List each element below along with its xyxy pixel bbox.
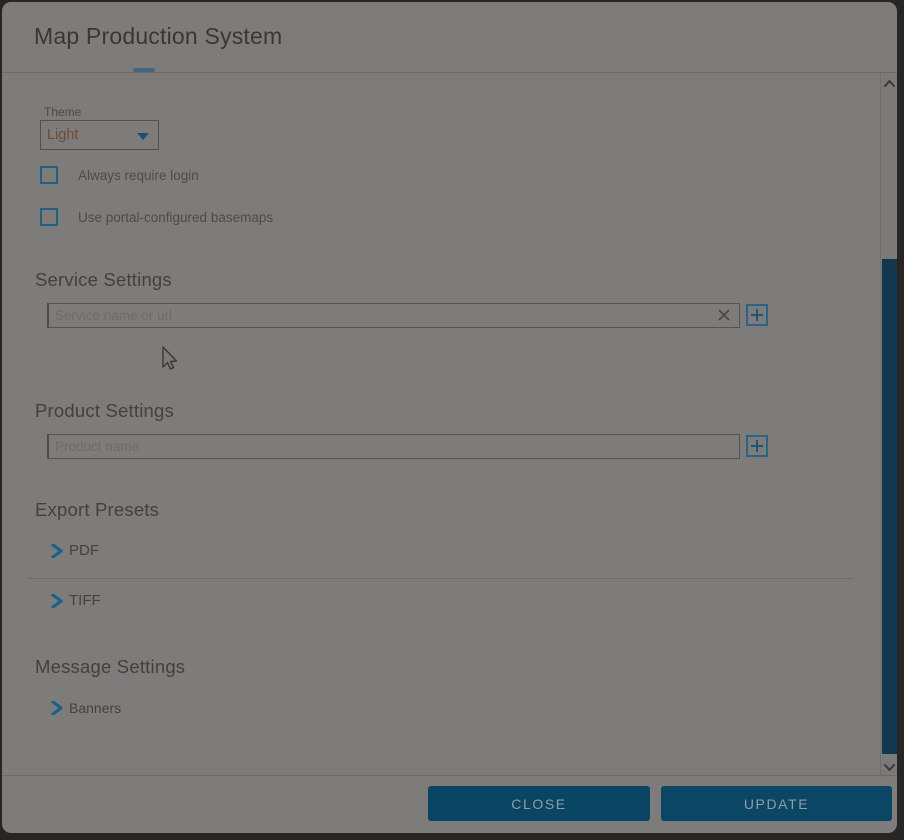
checkbox-label: Use portal-configured basemaps bbox=[78, 210, 273, 225]
clipped-scrolled-element bbox=[133, 68, 155, 72]
caret-down-icon bbox=[137, 133, 149, 140]
theme-select[interactable]: Light bbox=[40, 120, 159, 150]
expand-row-label: TIFF bbox=[69, 592, 101, 609]
update-button[interactable]: UPDATE bbox=[661, 786, 892, 821]
product-name-input[interactable] bbox=[47, 434, 740, 459]
use-portal-basemaps-checkbox[interactable] bbox=[40, 208, 58, 226]
chevron-down-icon bbox=[884, 764, 895, 771]
chevron-right-icon bbox=[51, 594, 63, 608]
expand-row-label: PDF bbox=[69, 542, 99, 559]
plus-icon bbox=[751, 440, 763, 452]
theme-selected-value: Light bbox=[47, 127, 78, 143]
scrollbar-thumb[interactable] bbox=[882, 259, 897, 754]
add-service-button[interactable] bbox=[746, 304, 768, 326]
theme-label: Theme bbox=[44, 105, 81, 119]
mouse-cursor bbox=[159, 345, 179, 373]
scroll-up-button[interactable] bbox=[881, 73, 897, 93]
expand-row-banners[interactable]: Banners bbox=[51, 700, 121, 716]
clear-icon[interactable] bbox=[715, 306, 733, 324]
footer-divider bbox=[2, 775, 897, 776]
message-settings-heading: Message Settings bbox=[35, 656, 185, 678]
checkbox-row-portal-basemaps[interactable]: Use portal-configured basemaps bbox=[40, 208, 273, 226]
preset-divider bbox=[27, 578, 854, 579]
scroll-down-button[interactable] bbox=[881, 757, 897, 777]
plus-icon bbox=[751, 309, 763, 321]
export-presets-heading: Export Presets bbox=[35, 499, 159, 521]
expand-row-pdf[interactable]: PDF bbox=[51, 542, 99, 559]
expand-row-label: Banners bbox=[69, 700, 121, 716]
service-settings-heading: Service Settings bbox=[35, 269, 172, 291]
chevron-right-icon bbox=[51, 544, 63, 558]
add-product-button[interactable] bbox=[746, 435, 768, 457]
dialog-title: Map Production System bbox=[34, 23, 282, 50]
always-require-login-checkbox[interactable] bbox=[40, 166, 58, 184]
expand-row-tiff[interactable]: TIFF bbox=[51, 592, 101, 609]
checkbox-label: Always require login bbox=[78, 168, 199, 183]
product-settings-heading: Product Settings bbox=[35, 400, 174, 422]
vertical-scrollbar[interactable] bbox=[880, 73, 897, 777]
header-divider bbox=[2, 72, 897, 73]
service-name-input[interactable] bbox=[47, 303, 740, 328]
checkbox-row-always-require-login[interactable]: Always require login bbox=[40, 166, 199, 184]
close-button[interactable]: CLOSE bbox=[428, 786, 650, 821]
chevron-up-icon bbox=[884, 80, 895, 87]
chevron-right-icon bbox=[51, 701, 63, 715]
map-production-system-dialog: Map Production System Theme Light Always… bbox=[2, 2, 897, 833]
